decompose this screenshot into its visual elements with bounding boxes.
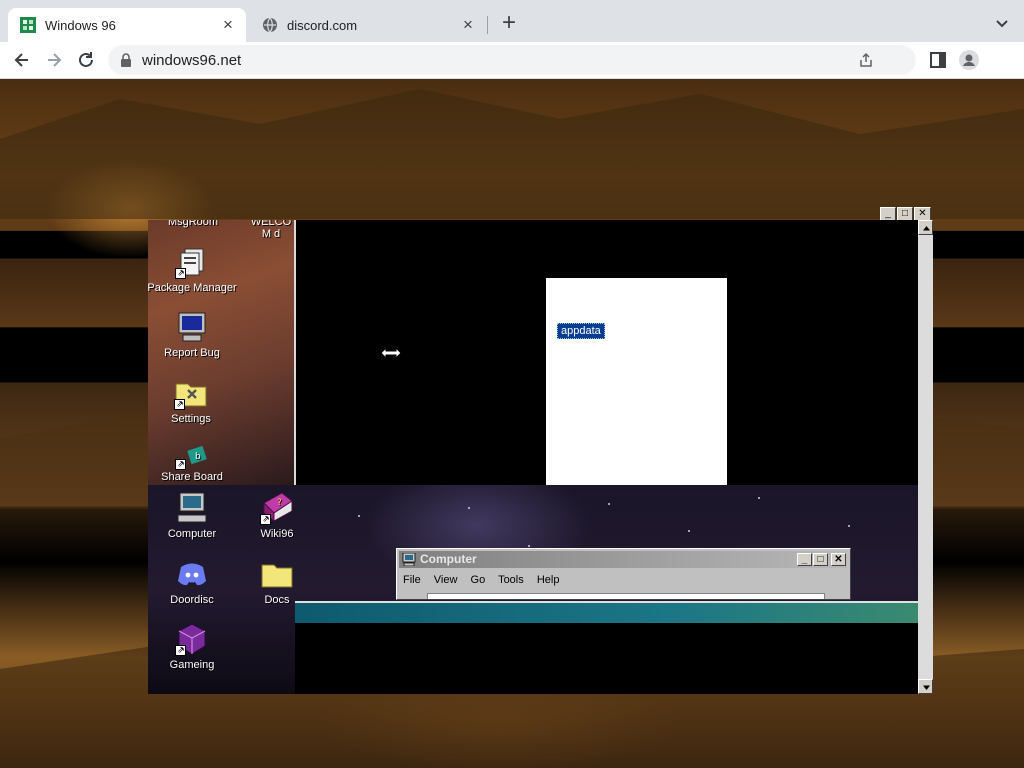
close-tab-icon[interactable]: × <box>220 16 236 33</box>
folder-icon <box>260 557 294 591</box>
back-arrow-icon[interactable] <box>12 50 32 70</box>
reload-icon[interactable] <box>76 50 96 70</box>
browser-toolbar: windows96.net <box>0 42 1024 79</box>
icon-label: Gameing <box>169 659 215 671</box>
black-app-area: appdata <box>296 220 918 574</box>
desktop-icon-docs[interactable]: Docs <box>232 557 322 606</box>
desktop-icon-settings[interactable]: ↗ Settings <box>148 376 236 425</box>
address-bar[interactable]: windows96.net <box>108 45 916 75</box>
close-tab-icon[interactable]: × <box>460 16 476 33</box>
tab-title: discord.com <box>287 17 358 33</box>
chevron-down-icon[interactable] <box>992 14 1012 34</box>
shortcut-arrow-icon: ↗ <box>175 268 186 279</box>
desktop-icon-wiki96[interactable]: ? ↗ Wiki96 <box>232 491 322 540</box>
shortcut-arrow-icon: ↗ <box>260 514 271 525</box>
url-text: windows96.net <box>142 52 242 69</box>
black-bottom-area <box>295 623 918 694</box>
computer-icon <box>175 491 209 525</box>
maximize-button[interactable]: □ <box>813 553 828 566</box>
menu-go[interactable]: Go <box>471 574 486 586</box>
vertical-scrollbar[interactable] <box>918 220 933 694</box>
package-manager-icon: ↗ <box>175 245 209 279</box>
desktop-icon-share-board[interactable]: b ↗ Share Board <box>148 442 237 483</box>
menu-help[interactable]: Help <box>537 574 560 586</box>
icon-label: Computer <box>167 528 217 540</box>
globe-icon <box>263 17 277 33</box>
svg-text:b: b <box>195 452 201 462</box>
close-button[interactable]: ✕ <box>831 553 846 566</box>
tab-title: Windows 96 <box>45 17 116 33</box>
menu-file[interactable]: File <box>403 574 421 586</box>
wiki-book-icon: ? ↗ <box>260 491 294 525</box>
share-board-icon: b ↗ <box>175 442 209 476</box>
close-button[interactable]: ✕ <box>914 207 931 221</box>
side-panel-icon[interactable] <box>928 50 948 70</box>
shortcut-arrow-icon: ↗ <box>175 645 186 656</box>
w96-desktop-upper: MsgRoom WELCOM d ↗ Package Manager Repor… <box>148 220 294 485</box>
desktop-icon-doordisc[interactable]: Doordisc <box>148 557 237 606</box>
scroll-down-button[interactable] <box>918 679 933 694</box>
maximize-button[interactable]: □ <box>897 207 913 221</box>
monitor-icon <box>175 310 209 344</box>
desktop-icon-package-manager[interactable]: ↗ Package Manager <box>148 245 237 294</box>
taskbar-strip <box>295 601 918 623</box>
discord-icon <box>175 557 209 591</box>
tab-discord[interactable]: discord.com × <box>250 8 486 42</box>
windows96-favicon-icon <box>20 17 36 33</box>
icon-label: Report Bug <box>164 347 220 359</box>
share-icon[interactable] <box>858 52 874 68</box>
desktop-icon-computer[interactable]: Computer <box>148 491 237 540</box>
tab-separator <box>487 16 488 34</box>
folder-item-appdata[interactable]: appdata <box>557 323 605 339</box>
minimize-button[interactable]: _ <box>797 553 812 566</box>
computer-window-titlebar[interactable]: Computer _ □ ✕ <box>399 551 847 568</box>
icon-label: Doordisc <box>170 594 214 606</box>
icon-label: Package Manager <box>148 282 237 294</box>
menu-tools[interactable]: Tools <box>498 574 524 586</box>
forward-arrow-icon[interactable] <box>44 50 64 70</box>
shortcut-arrow-icon: ↗ <box>174 399 185 410</box>
settings-folder-icon: ↗ <box>174 376 208 410</box>
icon-label: WELCOM d <box>250 220 292 240</box>
new-tab-plus-icon[interactable]: + <box>498 11 520 36</box>
scroll-up-button[interactable] <box>918 220 933 235</box>
desktop-icon-welcome[interactable]: WELCOM d <box>226 220 294 240</box>
windows96-emulator-window[interactable]: _ □ ✕ MsgRoom WELCOM d ↗ Package Manager… <box>148 207 933 694</box>
desktop-wallpaper: _ □ ✕ MsgRoom WELCOM d ↗ Package Manager… <box>0 79 1024 768</box>
computer-small-icon <box>402 553 416 566</box>
resize-horizontal-cursor-icon <box>380 347 402 359</box>
desktop-icon-gameing[interactable]: ↗ Gameing <box>148 622 237 671</box>
menu-bar: File View Go Tools Help <box>403 574 569 586</box>
browser-tab-bar: Windows 96 × discord.com × + <box>0 0 1024 42</box>
shortcut-arrow-icon: ↗ <box>175 459 186 470</box>
computer-window[interactable]: Computer _ □ ✕ File View Go Tools Help <box>396 548 851 600</box>
window-title: Computer <box>420 552 477 566</box>
minimize-button[interactable]: _ <box>880 207 896 221</box>
desktop-icon-msgroom[interactable]: MsgRoom <box>148 220 238 228</box>
desktop-icon-report-bug[interactable]: Report Bug <box>148 310 237 359</box>
lock-icon[interactable] <box>120 53 132 67</box>
icon-label: MsgRoom <box>167 220 219 228</box>
profile-avatar-icon[interactable] <box>959 50 979 70</box>
tab-windows96[interactable]: Windows 96 × <box>8 8 246 42</box>
icon-label: Settings <box>171 413 211 425</box>
menu-view[interactable]: View <box>434 574 458 586</box>
icon-label: Wiki96 <box>260 528 294 540</box>
svg-text:?: ? <box>277 498 282 508</box>
address-field[interactable] <box>427 593 825 599</box>
game-cube-icon: ↗ <box>175 622 209 656</box>
